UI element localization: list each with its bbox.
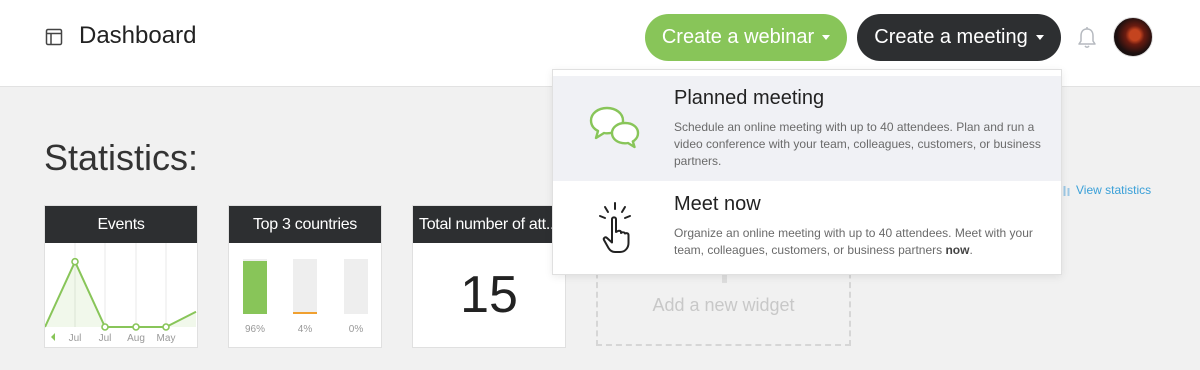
events-data-point [71,257,79,266]
total-attendees-widget: Total number of att... 15 [412,205,566,348]
planned-meeting-title: Planned meeting [674,87,825,109]
country-bar-label: 0% [348,324,364,335]
events-data-point [101,323,109,331]
chart-scroll-left-icon[interactable] [51,333,55,341]
events-widget: Events Jul Jul Aug May [44,205,198,348]
view-statistics-label: View statistics [1076,183,1152,197]
menu-item-meet-now[interactable]: Meet now Organize an online meeting with… [553,181,1061,276]
meet-now-title: Meet now [674,193,761,215]
meet-now-description: Organize an online meeting with up to 40… [674,225,1044,259]
meet-now-description-text: Organize an online meeting with up to 40… [674,226,1033,257]
events-data-point [162,323,170,331]
countries-widget-title: Top 3 countries [229,206,381,243]
caret-down-icon [822,35,831,40]
events-data-point [132,323,140,331]
events-x-tick-label: Aug [127,333,145,344]
create-meeting-dropdown: Planned meeting Schedule an online meeti… [552,69,1062,275]
country-bar-fill [243,261,267,314]
total-attendees-value: 15 [460,266,518,324]
events-x-tick-label: Jul [99,333,112,344]
create-webinar-button[interactable]: Create a webinar [645,14,847,61]
country-bar-label: 96% [244,324,265,335]
create-webinar-label: Create a webinar [661,26,815,48]
add-widget-label: Add a new widget [652,295,795,315]
country-bar [293,259,317,314]
meet-now-description-suffix: . [969,243,973,257]
countries-bar-chart: 96% 4% 0% [229,243,381,347]
create-meeting-label: Create a meeting [874,26,1028,48]
country-bar [344,259,368,314]
view-statistics-link[interactable]: View statistics [1059,183,1151,197]
statistics-title: Statistics: [44,137,199,178]
events-widget-title: Events [45,206,197,243]
countries-widget: Top 3 countries 96% 4% 0% [228,205,382,348]
events-area [45,261,196,327]
events-x-tick-label: Jul [69,333,82,344]
user-avatar[interactable] [1113,17,1153,57]
country-bar [243,259,267,314]
country-bar-fill [293,312,317,314]
caret-down-icon [1035,35,1044,40]
total-attendees-title: Total number of att... [413,206,565,243]
hand-pointer-icon [599,202,631,253]
chat-bubbles-icon [589,106,640,149]
country-bar-label: 4% [297,324,313,335]
events-line-chart: Jul Jul Aug May [44,243,197,344]
page-title: Dashboard [79,22,197,49]
planned-meeting-description: Schedule an online meeting with up to 40… [674,120,1041,168]
dashboard-icon [45,28,63,46]
meet-now-description-bold: now [945,243,970,257]
events-x-tick-label: May [157,333,176,344]
create-meeting-button[interactable]: Create a meeting [857,14,1061,61]
menu-item-planned-meeting[interactable]: Planned meeting Schedule an online meeti… [553,76,1061,181]
bell-icon[interactable] [1076,26,1098,50]
